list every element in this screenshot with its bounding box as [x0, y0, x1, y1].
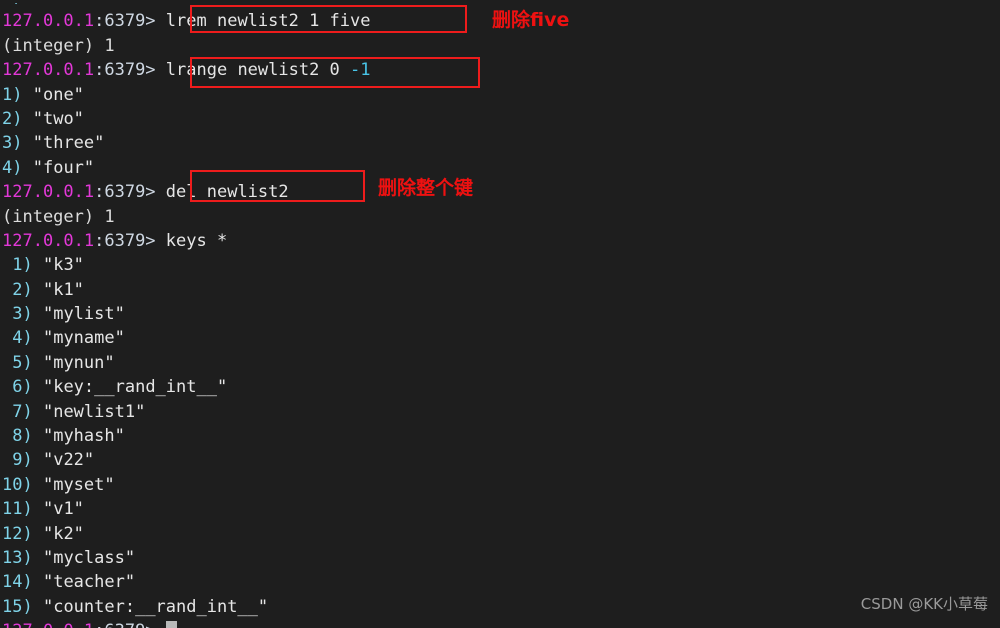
output-integer: (integer) 1 — [2, 35, 115, 56]
result-index: 6) — [2, 377, 33, 398]
terminal-line: 2) "k1" — [0, 278, 1000, 302]
result-value: "myhash" — [42, 426, 125, 447]
result-value: "newlist1" — [42, 401, 146, 422]
terminal-line: 3) "mylist" — [0, 302, 1000, 326]
result-value: "mynun" — [42, 352, 115, 373]
result-value: "four" — [32, 157, 95, 178]
result-index: 8) — [2, 426, 33, 447]
result-index: 10) — [2, 474, 33, 495]
output-integer: (integer) 1 — [2, 206, 115, 227]
terminal-line: 12) "k2" — [0, 522, 1000, 546]
command-del: del newlist2 — [165, 182, 289, 203]
result-index: 3) — [2, 304, 33, 325]
terminal-line: 8) "myhash" — [0, 424, 1000, 448]
terminal-line: (integer) 1 — [0, 205, 1000, 229]
terminal-line: 9) "v22" — [0, 448, 1000, 472]
prompt-host: 127.0.0.1 — [2, 230, 95, 251]
result-value: "myname" — [42, 328, 125, 349]
anno-lrem-label: 删除five — [492, 9, 570, 31]
prompt-port: :6379> — [94, 230, 156, 251]
result-index: 2) — [2, 108, 23, 129]
result-value: "v22" — [42, 450, 95, 471]
result-value: "k1" — [42, 279, 84, 300]
prompt-port: :6379> — [94, 621, 155, 628]
result-value: "teacher" — [42, 572, 136, 593]
result-value: "myclass" — [42, 547, 136, 568]
terminal-window[interactable]: 5) "five" 127.0.0.1:6379> lrem newlist2 … — [0, 0, 1000, 628]
terminal-line: 11) "v1" — [0, 497, 1000, 521]
prompt-port: :6379> — [94, 11, 156, 32]
result-value: "k2" — [42, 523, 84, 544]
top-clip-mask — [0, 0, 1000, 3]
terminal-prompt-line-active[interactable]: 127.0.0.1:6379> — [0, 619, 1000, 628]
result-value: "key:__rand_int__" — [42, 377, 228, 398]
prompt-host: 127.0.0.1 — [2, 11, 95, 32]
terminal-line: 5) "mynun" — [0, 351, 1000, 375]
terminal-line: 4) "four" — [0, 156, 1000, 180]
terminal-output: 5) "five" 127.0.0.1:6379> lrem newlist2 … — [0, 0, 1000, 628]
prompt-host: 127.0.0.1 — [2, 621, 94, 628]
result-index: 4) — [2, 157, 23, 178]
terminal-line: 4) "myname" — [0, 326, 1000, 350]
terminal-line: (integer) 1 — [0, 34, 1000, 58]
terminal-line: 127.0.0.1:6379> del newlist2 — [0, 180, 1000, 204]
prompt-host: 127.0.0.1 — [2, 60, 95, 81]
result-index: 15) — [2, 596, 33, 617]
result-index: 7) — [2, 401, 33, 422]
result-index: 3) — [2, 133, 23, 154]
result-index: 13) — [2, 547, 33, 568]
terminal-line: 2) "two" — [0, 107, 1000, 131]
anno-del-label: 删除整个键 — [378, 177, 474, 199]
terminal-line: 14) "teacher" — [0, 570, 1000, 594]
command-keys: keys * — [165, 230, 228, 251]
command-lrem: lrem newlist2 1 five — [165, 11, 371, 32]
result-value: "myset" — [42, 474, 115, 495]
prompt-host: 127.0.0.1 — [2, 182, 95, 203]
result-index: 5) — [2, 352, 33, 373]
terminal-line: 1) "one" — [0, 83, 1000, 107]
terminal-line: 127.0.0.1:6379> keys * — [0, 229, 1000, 253]
terminal-line: 7) "newlist1" — [0, 400, 1000, 424]
result-value: "k3" — [42, 255, 84, 276]
result-index: 12) — [2, 523, 33, 544]
result-index: 9) — [2, 450, 33, 471]
text-cursor — [165, 621, 177, 628]
result-value: "counter:__rand_int__" — [42, 596, 269, 617]
result-index: 1) — [2, 255, 33, 276]
result-index: 11) — [2, 499, 33, 520]
command-lrange-text: lrange newlist2 0 — [165, 60, 351, 81]
terminal-line: 10) "myset" — [0, 473, 1000, 497]
terminal-line: 127.0.0.1:6379> lrange newlist2 0 -1 — [0, 58, 1000, 82]
prompt-port: :6379> — [94, 182, 156, 203]
result-index: 14) — [2, 572, 33, 593]
result-value: "v1" — [42, 499, 84, 520]
terminal-line: 15) "counter:__rand_int__" — [0, 595, 1000, 619]
command-lrange-negative-one: -1 — [350, 60, 371, 81]
terminal-line: 3) "three" — [0, 131, 1000, 155]
command-lrange: lrange newlist2 0 -1 — [166, 60, 371, 80]
terminal-line: 6) "key:__rand_int__" — [0, 375, 1000, 399]
prompt-port: :6379> — [94, 60, 156, 81]
terminal-line: 13) "myclass" — [0, 546, 1000, 570]
result-index: 1) — [2, 84, 23, 105]
csdn-watermark: CSDN @KK小草莓 — [860, 594, 988, 613]
result-index: 2) — [2, 279, 33, 300]
result-index: 4) — [2, 328, 33, 349]
result-value: "two" — [32, 108, 84, 129]
terminal-line: 1) "k3" — [0, 253, 1000, 277]
result-value: "three" — [32, 133, 105, 154]
result-value: "mylist" — [42, 304, 125, 325]
result-value: "one" — [32, 84, 84, 105]
